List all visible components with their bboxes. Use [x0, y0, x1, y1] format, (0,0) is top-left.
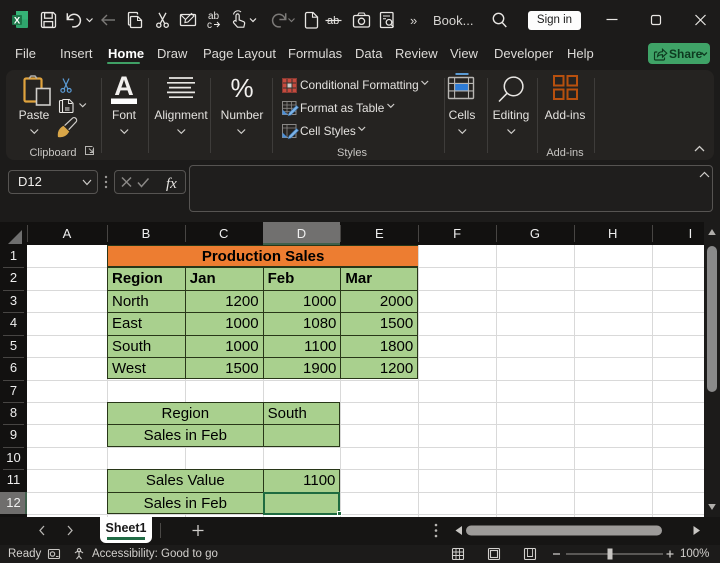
svg-text:X: X	[14, 16, 21, 27]
svg-text:A: A	[114, 71, 134, 101]
svg-text:%: %	[230, 73, 253, 103]
svg-text:c: c	[207, 20, 212, 31]
svg-text:»: »	[410, 13, 417, 28]
svg-text:fx: fx	[166, 176, 177, 192]
